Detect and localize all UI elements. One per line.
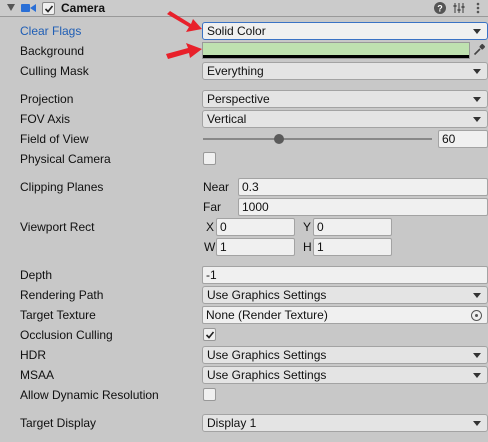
- chevron-down-icon: [473, 373, 481, 378]
- clear-flags-value: Solid Color: [207, 24, 266, 38]
- field-of-view-slider-track[interactable]: [203, 138, 432, 140]
- target-texture-value: None (Render Texture): [206, 308, 328, 322]
- viewport-h-value: 1: [317, 240, 324, 254]
- field-of-view-value: 60: [442, 132, 456, 146]
- component-enabled-checkbox[interactable]: [42, 2, 55, 15]
- culling-mask-label: Culling Mask: [20, 64, 89, 78]
- chevron-down-icon: [473, 97, 481, 102]
- depth-input[interactable]: -1: [202, 266, 488, 284]
- annotation-arrow-icon: [167, 11, 202, 32]
- chevron-down-icon: [473, 353, 481, 358]
- target-display-label: Target Display: [20, 416, 97, 430]
- field-of-view-slider-thumb[interactable]: [273, 134, 284, 144]
- hdr-value: Use Graphics Settings: [207, 348, 327, 362]
- chevron-down-icon: [473, 293, 481, 298]
- svg-text:?: ?: [437, 4, 443, 14]
- viewport-y-value: 0: [317, 220, 324, 234]
- alpha-bar: [203, 55, 469, 58]
- object-picker-icon[interactable]: [471, 310, 482, 321]
- rendering-path-label: Rendering Path: [20, 288, 104, 302]
- camera-icon: [21, 4, 36, 12]
- viewport-x-value: 0: [220, 220, 227, 234]
- physical-camera-checkbox[interactable]: [203, 152, 216, 165]
- field-of-view-label: Field of View: [20, 132, 89, 146]
- target-display-dropdown[interactable]: Display 1: [202, 414, 488, 432]
- eyedropper-icon[interactable]: [472, 43, 486, 57]
- near-clip-input[interactable]: 0.3: [238, 178, 488, 196]
- allow-dynamic-resolution-checkbox[interactable]: [203, 388, 216, 401]
- projection-value: Perspective: [207, 92, 270, 106]
- msaa-dropdown[interactable]: Use Graphics Settings: [202, 366, 488, 384]
- context-menu-icon[interactable]: [471, 1, 485, 15]
- projection-label: Projection: [20, 92, 74, 106]
- help-icon[interactable]: ?: [433, 1, 447, 15]
- viewport-y-input[interactable]: 0: [313, 218, 392, 236]
- rendering-path-value: Use Graphics Settings: [207, 288, 327, 302]
- viewport-x-input[interactable]: 0: [216, 218, 295, 236]
- fov-axis-value: Vertical: [207, 112, 247, 126]
- viewport-h-label: H: [303, 240, 312, 254]
- target-texture-label: Target Texture: [20, 308, 96, 322]
- chevron-down-icon: [473, 421, 481, 426]
- target-texture-object-field[interactable]: None (Render Texture): [202, 306, 488, 324]
- annotation-arrow-icon: [166, 43, 202, 59]
- component-header: Camera ?: [0, 0, 488, 17]
- hdr-label: HDR: [20, 348, 46, 362]
- chevron-down-icon: [473, 69, 481, 74]
- checkmark-icon: [44, 5, 54, 13]
- culling-mask-value: Everything: [207, 64, 264, 78]
- viewport-w-input[interactable]: 1: [216, 238, 295, 256]
- near-label: Near: [203, 180, 230, 194]
- fov-axis-dropdown[interactable]: Vertical: [202, 110, 488, 128]
- allow-dynamic-resolution-label: Allow Dynamic Resolution: [20, 388, 159, 402]
- target-display-value: Display 1: [207, 416, 257, 430]
- depth-value: -1: [206, 268, 217, 282]
- field-of-view-input[interactable]: 60: [438, 130, 488, 148]
- viewport-y-label: Y: [303, 220, 312, 234]
- viewport-x-label: X: [206, 220, 215, 234]
- hdr-dropdown[interactable]: Use Graphics Settings: [202, 346, 488, 364]
- far-clip-input[interactable]: 1000: [238, 198, 488, 216]
- clipping-planes-label: Clipping Planes: [20, 180, 104, 194]
- viewport-w-value: 1: [220, 240, 227, 254]
- depth-label: Depth: [20, 268, 53, 282]
- near-clip-value: 0.3: [242, 180, 259, 194]
- viewport-rect-label: Viewport Rect: [20, 220, 95, 234]
- occlusion-culling-checkbox[interactable]: [203, 328, 216, 341]
- chevron-down-icon: [473, 117, 481, 122]
- background-color-field[interactable]: [202, 42, 470, 59]
- background-label: Background: [20, 44, 85, 58]
- far-clip-value: 1000: [242, 200, 269, 214]
- fov-axis-label: FOV Axis: [20, 112, 71, 126]
- occlusion-culling-label: Occlusion Culling: [20, 328, 113, 342]
- physical-camera-label: Physical Camera: [20, 152, 111, 166]
- clear-flags-label: Clear Flags: [20, 24, 82, 38]
- msaa-label: MSAA: [20, 368, 55, 382]
- msaa-value: Use Graphics Settings: [207, 368, 327, 382]
- viewport-h-input[interactable]: 1: [313, 238, 392, 256]
- culling-mask-dropdown[interactable]: Everything: [202, 62, 488, 80]
- viewport-w-label: W: [204, 240, 216, 254]
- clear-flags-dropdown[interactable]: Solid Color: [202, 22, 488, 40]
- component-title: Camera: [61, 1, 106, 15]
- projection-dropdown[interactable]: Perspective: [202, 90, 488, 108]
- rendering-path-dropdown[interactable]: Use Graphics Settings: [202, 286, 488, 304]
- checkmark-icon: [205, 331, 215, 339]
- chevron-down-icon: [473, 29, 481, 34]
- far-label: Far: [203, 200, 221, 214]
- preset-icon[interactable]: [452, 1, 466, 15]
- foldout-arrow-icon[interactable]: [7, 4, 15, 11]
